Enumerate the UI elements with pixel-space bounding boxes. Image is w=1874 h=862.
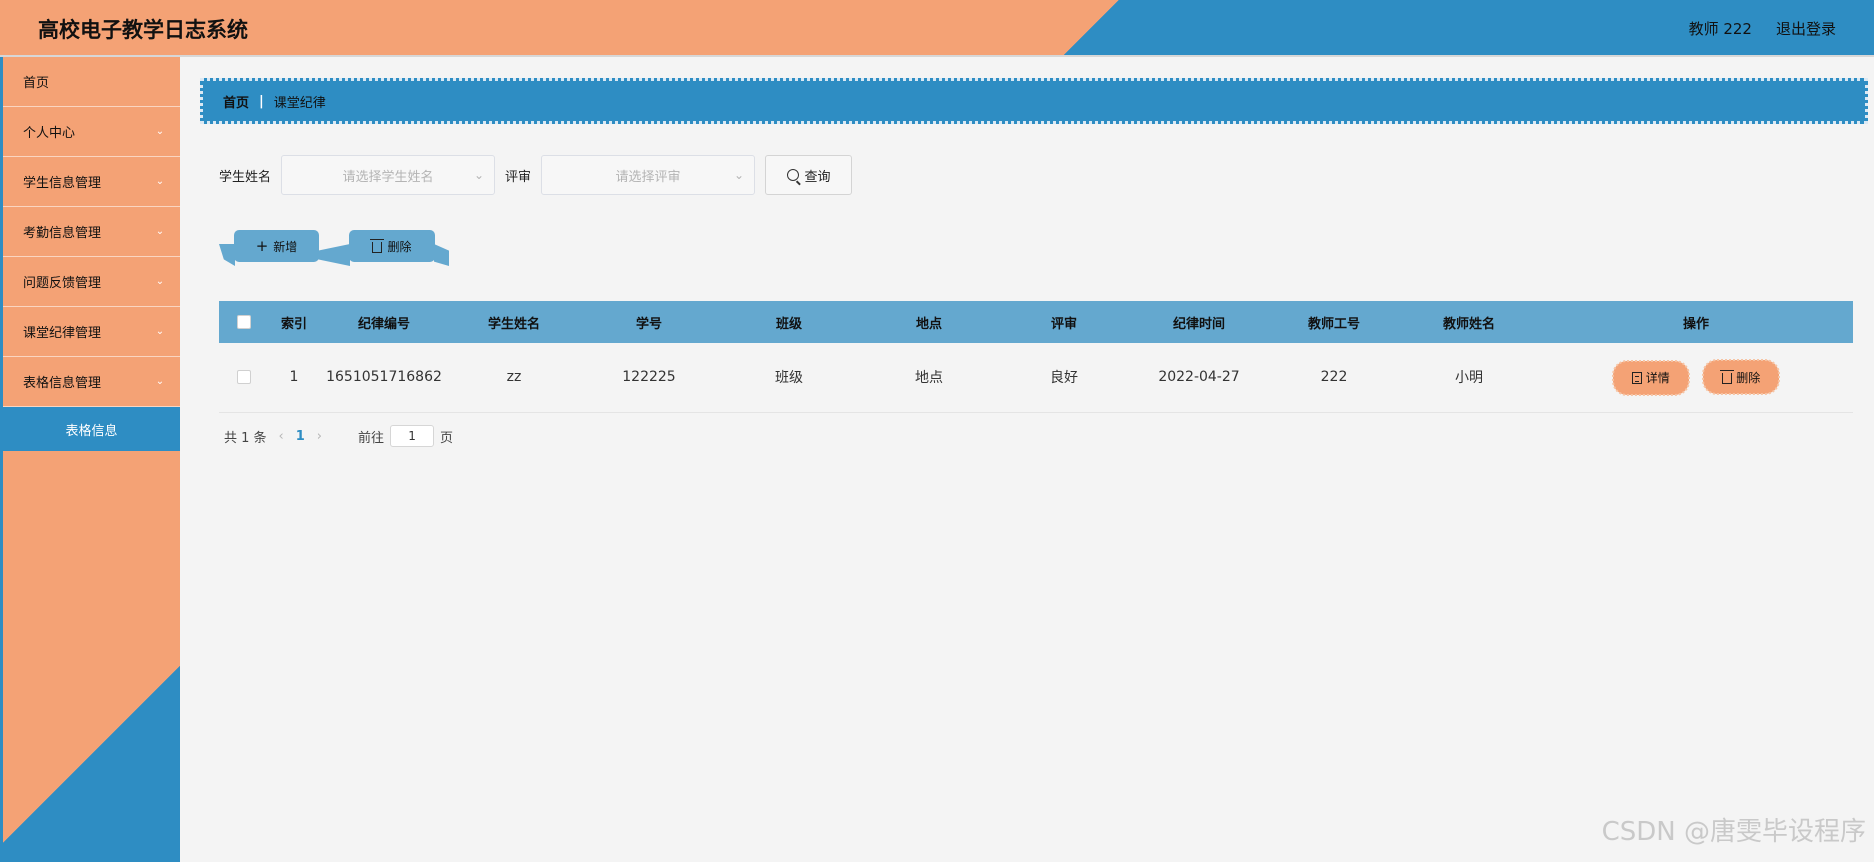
query-button[interactable]: 查询 [765, 155, 853, 195]
trash-icon [1720, 369, 1735, 384]
cell-number: 1651051716862 [326, 369, 442, 386]
ribbon-decoration [219, 244, 235, 266]
breadcrumb-home[interactable]: 首页 [223, 92, 249, 111]
logout-link[interactable]: 退出登录 [1776, 18, 1836, 39]
sidebar-item-student-info[interactable]: 学生信息管理 ⌄ [3, 157, 180, 207]
select-placeholder: 请选择评审 [615, 169, 681, 185]
search-bar: 学生姓名 请选择学生姓名 ⌄ 评审 请选择评审 ⌄ 查询 [219, 155, 853, 195]
sidebar-item-label: 表格信息管理 [23, 376, 102, 391]
row-select-cell [219, 343, 269, 412]
sidebar-item-home[interactable]: 首页 [3, 57, 180, 107]
goto-label: 前往 [358, 430, 385, 446]
chevron-down-icon: ⌄ [733, 168, 745, 182]
watermark: CSDN @唐雯毕设程序 [1601, 817, 1866, 847]
sidebar: 首页 个人中心 ⌄ 学生信息管理 ⌄ 考勤信息管理 ⌄ 问题反馈管理 ⌄ 课堂纪… [0, 57, 180, 862]
column-header: 纪律编号 [357, 316, 410, 332]
column-header: 学号 [635, 316, 662, 332]
sidebar-item-attendance[interactable]: 考勤信息管理 ⌄ [3, 207, 180, 257]
sidebar-item-personal-center[interactable]: 个人中心 ⌄ [3, 107, 180, 157]
row-delete-label: 删除 [1736, 370, 1761, 385]
student-name-label: 学生姓名 [219, 169, 272, 185]
column-header: 操作 [1682, 316, 1709, 332]
chevron-down-icon: ⌄ [155, 226, 165, 237]
sidebar-item-label: 问题反馈管理 [23, 276, 102, 291]
ribbon-decoration [318, 244, 350, 266]
next-page-button[interactable]: › [317, 429, 322, 444]
chevron-down-icon: ⌄ [155, 376, 165, 387]
chevron-down-icon: ⌄ [155, 176, 165, 187]
breadcrumb-separator: | [259, 93, 264, 109]
header-user-area: 教师 222 退出登录 [1689, 18, 1836, 39]
document-icon [1631, 371, 1642, 384]
sidebar-item-table-info[interactable]: 表格信息管理 ⌄ [3, 357, 180, 407]
cell-review: 良好 [1050, 370, 1078, 387]
batch-delete-button[interactable]: 删除 [349, 230, 435, 262]
cell-class: 班级 [775, 370, 803, 387]
cell-location: 地点 [915, 370, 943, 387]
sidebar-item-label: 课堂纪律管理 [23, 326, 102, 341]
add-button[interactable]: + 新增 [234, 230, 319, 262]
sidebar-subitem-table-info[interactable]: 表格信息 [3, 407, 180, 451]
cell-index: 1 [289, 369, 299, 386]
sidebar-item-discipline[interactable]: 课堂纪律管理 ⌄ [3, 307, 180, 357]
cell-student: zz [506, 369, 522, 386]
cell-student-id: 122225 [622, 369, 676, 386]
cell-operations: 详情 删除 [1539, 343, 1853, 412]
cell-teacher-id: 222 [1320, 369, 1348, 386]
chevron-down-icon: ⌄ [155, 326, 165, 337]
chevron-down-icon: ⌄ [473, 168, 485, 182]
plus-icon: + [255, 237, 269, 255]
breadcrumb-current: 课堂纪律 [273, 95, 326, 111]
sidebar-item-feedback[interactable]: 问题反馈管理 ⌄ [3, 257, 180, 307]
sidebar-item-label: 首页 [23, 76, 50, 91]
app-title: 高校电子教学日志系统 [38, 18, 248, 42]
sidebar-item-label: 学生信息管理 [23, 176, 102, 191]
review-label: 评审 [505, 169, 532, 185]
search-icon [786, 169, 799, 181]
column-header: 纪律时间 [1172, 316, 1225, 332]
cell-teacher-name: 小明 [1455, 370, 1483, 387]
column-header: 学生姓名 [487, 316, 540, 332]
delete-button-label: 删除 [387, 239, 412, 254]
goto-page-input[interactable] [390, 425, 435, 447]
column-header: 地点 [915, 316, 942, 332]
student-name-select[interactable]: 请选择学生姓名 ⌄ [281, 155, 496, 195]
page-number[interactable]: 1 [296, 429, 305, 444]
column-header: 教师工号 [1307, 316, 1360, 332]
select-placeholder: 请选择学生姓名 [342, 169, 434, 185]
discipline-table: 索引 纪律编号 学生姓名 学号 班级 地点 评审 纪律时间 教师工号 教师姓名 … [219, 301, 1853, 413]
table-header-row: 索引 纪律编号 学生姓名 学号 班级 地点 评审 纪律时间 教师工号 教师姓名 … [219, 301, 1853, 343]
query-button-label: 查询 [804, 169, 831, 185]
detail-button[interactable]: 详情 [1611, 359, 1690, 396]
review-select[interactable]: 请选择评审 ⌄ [541, 155, 756, 195]
top-header: 高校电子教学日志系统 教师 222 退出登录 [0, 0, 1874, 57]
breadcrumb: 首页 | 课堂纪律 [200, 78, 1868, 124]
column-header: 教师姓名 [1442, 316, 1495, 332]
select-all-cell [219, 301, 269, 343]
row-checkbox[interactable] [237, 370, 251, 385]
current-user[interactable]: 教师 222 [1689, 18, 1752, 39]
chevron-down-icon: ⌄ [155, 276, 165, 287]
total-count: 共 1 条 [224, 430, 267, 446]
add-button-label: 新增 [273, 239, 298, 254]
ribbon-decoration [434, 244, 449, 266]
sidebar-item-label: 考勤信息管理 [23, 226, 102, 241]
column-header: 评审 [1050, 316, 1077, 332]
select-all-checkbox[interactable] [237, 315, 251, 329]
chevron-down-icon: ⌄ [155, 126, 165, 137]
sidebar-item-label: 个人中心 [23, 126, 76, 141]
pagination: 共 1 条 ‹ 1 › 前往 页 [224, 424, 453, 448]
column-header: 班级 [775, 316, 802, 332]
row-delete-button[interactable]: 删除 [1702, 359, 1781, 395]
trash-icon [370, 238, 385, 253]
page-suffix: 页 [440, 430, 454, 446]
cell-time: 2022-04-27 [1158, 369, 1240, 386]
prev-page-button[interactable]: ‹ [279, 429, 284, 444]
detail-button-label: 详情 [1645, 371, 1670, 385]
table-row: 1 1651051716862 zz 122225 班级 地点 良好 2022-… [219, 343, 1853, 412]
column-header: 索引 [280, 316, 307, 332]
